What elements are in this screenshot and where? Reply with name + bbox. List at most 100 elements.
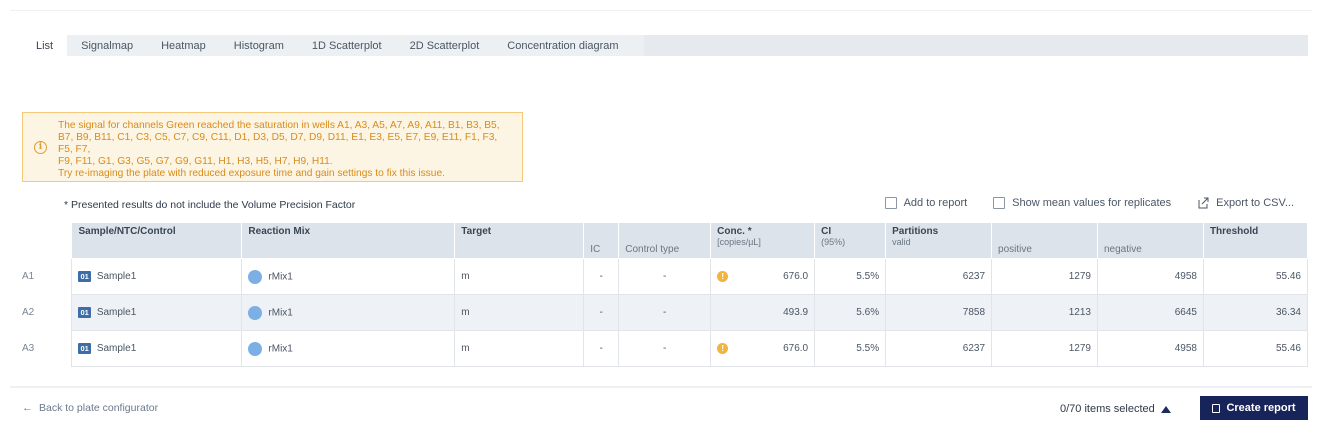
- partitions-valid-header[interactable]: Partitions valid: [885, 222, 993, 259]
- sample-badge: 01: [78, 270, 91, 282]
- conc-cell: 493.9: [710, 294, 816, 331]
- ic-cell: -: [583, 330, 620, 367]
- well-label: A2: [22, 294, 72, 331]
- reaction-mix-cell: rMix1: [241, 330, 456, 367]
- table-header-row: Sample/NTC/Control Reaction Mix Target I…: [22, 222, 1309, 259]
- sample-badge: 01: [78, 342, 91, 354]
- well-label: A1: [22, 258, 72, 295]
- sample-header[interactable]: Sample/NTC/Control: [71, 222, 243, 259]
- valid-cell: 6237: [885, 258, 993, 295]
- control-type-cell: -: [618, 294, 712, 331]
- back-arrow-icon: ←: [22, 402, 33, 414]
- sample-cell: 01 Sample1: [71, 258, 243, 295]
- negative-cell: 4958: [1097, 330, 1204, 367]
- reaction-mix-name: rMix1: [268, 307, 293, 319]
- tab-concentration-diagram[interactable]: Concentration diagram: [493, 35, 632, 56]
- reaction-mix-name: rMix1: [268, 343, 293, 355]
- target-cell: m: [454, 330, 585, 367]
- partitions-positive-header[interactable]: positive: [991, 222, 1098, 259]
- sample-name: Sample1: [96, 343, 137, 355]
- control-type-header[interactable]: Control type: [618, 222, 712, 259]
- ic-header[interactable]: IC: [583, 222, 620, 259]
- ci-cell: 5.5%: [814, 330, 887, 367]
- results-table: Sample/NTC/Control Reaction Mix Target I…: [22, 222, 1309, 367]
- warning-icon[interactable]: !: [717, 271, 729, 282]
- mix-color-dot: [248, 341, 263, 356]
- threshold-cell: 55.46: [1202, 258, 1309, 295]
- control-type-cell: -: [618, 258, 712, 295]
- reaction-mix-header[interactable]: Reaction Mix: [241, 222, 456, 259]
- conc-cell: ! 676.0: [710, 258, 816, 295]
- footer-divider: [10, 386, 1312, 388]
- reaction-mix-name: rMix1: [268, 271, 293, 283]
- warning-line-3: F9, F11, G1, G3, G5, G7, G9, G11, H1, H3…: [58, 156, 333, 168]
- tab-2d-scatterplot[interactable]: 2D Scatterplot: [396, 35, 494, 56]
- tab-1d-scatterplot[interactable]: 1D Scatterplot: [298, 35, 396, 56]
- create-report-button[interactable]: Create report: [1200, 396, 1308, 420]
- table-row[interactable]: A3 01 Sample1 rMix1 m - - ! 676.0 5.5% 623…: [22, 330, 1309, 367]
- warning-line-1: The signal for channels Green reached th…: [58, 120, 500, 131]
- threshold-header[interactable]: Threshold: [1202, 222, 1309, 259]
- positive-cell: 1279: [991, 258, 1098, 295]
- ic-cell: -: [583, 258, 620, 295]
- sample-badge: 01: [78, 306, 91, 318]
- conc-value: 676.0: [783, 271, 809, 282]
- tab-histogram[interactable]: Histogram: [220, 35, 298, 56]
- negative-cell: 4958: [1097, 258, 1204, 295]
- document-icon: [1212, 403, 1221, 413]
- positive-cell: 1213: [991, 294, 1098, 331]
- valid-cell: 6237: [885, 330, 993, 367]
- table-row[interactable]: A2 01 Sample1 rMix1 m - - 493.9 5.6% 7858…: [22, 294, 1309, 331]
- conc-value: 493.9: [783, 307, 809, 318]
- show-mean-values-checkbox[interactable]: Show mean values for replicates: [993, 197, 1171, 209]
- table-row[interactable]: A1 01 Sample1 rMix1 m - - ! 676.0 5.5% 623…: [22, 258, 1309, 295]
- negative-cell: 6645: [1097, 294, 1204, 331]
- items-selected-toggle[interactable]: 0/70 items selected: [1060, 403, 1171, 415]
- reaction-mix-cell: rMix1: [241, 258, 456, 295]
- ci-cell: 5.5%: [814, 258, 887, 295]
- add-to-report-label: Add to report: [903, 197, 968, 209]
- ci-header[interactable]: CI (95%): [814, 222, 887, 259]
- conc-value: 676.0: [783, 343, 809, 354]
- add-to-report-checkbox[interactable]: Add to report: [884, 197, 968, 209]
- tab-bar: List Signalmap Heatmap Histogram 1D Scat…: [22, 35, 1308, 56]
- control-type-cell: -: [618, 330, 712, 367]
- sample-cell: 01 Sample1: [71, 330, 243, 367]
- warning-icon[interactable]: !: [717, 343, 729, 354]
- mix-color-dot: [248, 305, 263, 320]
- checkbox-box[interactable]: [993, 197, 1006, 209]
- show-mean-values-label: Show mean values for replicates: [1012, 197, 1172, 209]
- create-report-label: Create report: [1226, 402, 1296, 414]
- items-selected-label: 0/70 items selected: [1060, 403, 1155, 415]
- conc-cell: ! 676.0: [710, 330, 816, 367]
- ic-cell: -: [583, 294, 620, 331]
- target-header[interactable]: Target: [454, 222, 585, 259]
- conc-header[interactable]: Conc. * [copies/µL]: [710, 222, 816, 259]
- sample-name: Sample1: [96, 271, 137, 283]
- volume-precision-note: * Presented results do not include the V…: [64, 199, 356, 211]
- tab-heatmap[interactable]: Heatmap: [147, 35, 220, 56]
- back-to-plate-configurator-link[interactable]: ← Back to plate configurator: [22, 402, 158, 414]
- saturation-warning: i The signal for channels Green reached …: [22, 112, 523, 182]
- tab-signalmap[interactable]: Signalmap: [67, 35, 147, 56]
- ci-cell: 5.6%: [814, 294, 887, 331]
- export-csv-button[interactable]: Export to CSV...: [1197, 197, 1294, 209]
- well-header: [22, 222, 72, 259]
- target-cell: m: [454, 294, 585, 331]
- threshold-cell: 36.34: [1202, 294, 1309, 331]
- sample-cell: 01 Sample1: [71, 294, 243, 331]
- caret-up-icon: [1160, 405, 1171, 413]
- reaction-mix-cell: rMix1: [241, 294, 456, 331]
- warning-line-4: Try re-imaging the plate with reduced ex…: [58, 168, 445, 180]
- back-link-label: Back to plate configurator: [39, 402, 159, 414]
- tab-list[interactable]: List: [22, 35, 68, 56]
- mix-color-dot: [248, 269, 263, 284]
- partitions-negative-header[interactable]: negative: [1097, 222, 1204, 259]
- checkbox-box[interactable]: [884, 197, 897, 209]
- top-divider: [10, 10, 1312, 11]
- export-csv-label: Export to CSV...: [1216, 197, 1294, 209]
- sample-name: Sample1: [96, 307, 137, 319]
- table-options: Add to report Show mean values for repli…: [859, 197, 1294, 209]
- positive-cell: 1279: [991, 330, 1098, 367]
- valid-cell: 7858: [885, 294, 993, 331]
